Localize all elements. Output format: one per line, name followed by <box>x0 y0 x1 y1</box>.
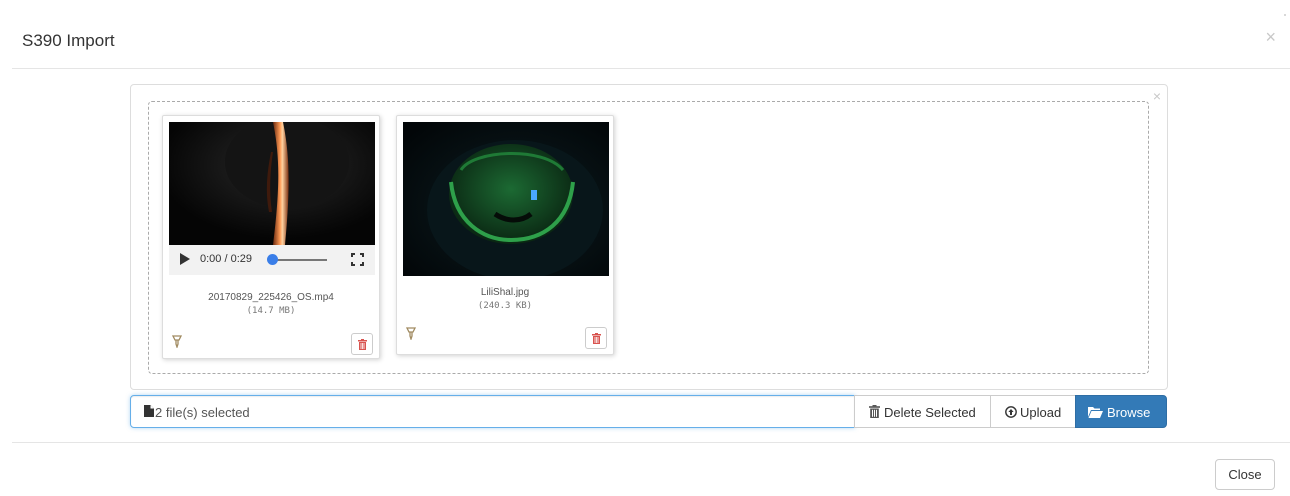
file-caption-field[interactable]: 2 file(s) selected <box>130 395 855 428</box>
upload-icon <box>1005 406 1017 418</box>
play-icon[interactable] <box>180 253 190 265</box>
file-thumbnail-video: 0:00 / 0:29 20170829_225426_OS.mp4 (14.7… <box>162 115 380 359</box>
file-thumbnail-image: LiliShal.jpg (240.3 KB) <box>396 115 614 355</box>
file-size: (14.7 MB) <box>246 306 296 316</box>
file-size: (240.3 KB) <box>477 301 533 311</box>
modal-title: S390 Import <box>22 31 115 50</box>
file-name: 20170829_225426_OS.mp4 <box>208 292 334 303</box>
fullscreen-icon[interactable] <box>351 253 364 266</box>
file-drop-zone[interactable]: 0:00 / 0:29 20170829_225426_OS.mp4 (14.7… <box>148 101 1149 374</box>
video-time: 0:00 / 0:29 <box>200 253 252 265</box>
eye-image <box>403 122 609 276</box>
upload-button[interactable]: Upload <box>990 395 1076 428</box>
modal-header: S390 Import × <box>12 0 1290 69</box>
trash-icon <box>358 339 367 350</box>
close-button[interactable]: Close <box>1215 459 1275 490</box>
delete-file-button[interactable] <box>351 333 373 355</box>
drag-handle-icon[interactable] <box>171 334 183 351</box>
upload-label: Upload <box>1020 405 1062 420</box>
delete-selected-label: Delete Selected <box>884 405 976 420</box>
video-preview[interactable] <box>169 122 375 245</box>
modal-close-icon[interactable]: × <box>1265 28 1276 46</box>
file-name: LiliShal.jpg <box>480 287 530 298</box>
seek-handle[interactable] <box>267 254 278 265</box>
video-controls: 0:00 / 0:29 <box>169 245 375 275</box>
decorative-dot <box>1284 14 1286 16</box>
browse-button[interactable]: Browse <box>1075 395 1167 428</box>
trash-icon <box>869 405 880 418</box>
delete-selected-button[interactable]: Delete Selected <box>854 395 991 428</box>
files-selected-text: 2 file(s) selected <box>155 405 250 420</box>
trash-icon <box>592 333 601 344</box>
drag-handle-icon[interactable] <box>405 326 417 343</box>
preview-close-icon[interactable]: × <box>1153 89 1161 103</box>
modal-footer: Close <box>12 442 1290 496</box>
folder-open-icon <box>1088 407 1103 418</box>
video-frame-image <box>169 122 375 245</box>
file-preview: × 0:00 / 0:29 20170829_225426_OS.mp4 (14… <box>130 84 1168 390</box>
browse-label: Browse <box>1107 405 1151 420</box>
delete-file-button[interactable] <box>585 327 607 349</box>
image-preview[interactable] <box>403 122 609 276</box>
file-caption: LiliShal.jpg (240.3 KB) <box>397 287 613 311</box>
file-icon <box>144 405 154 417</box>
file-caption: 20170829_225426_OS.mp4 (14.7 MB) <box>163 292 379 316</box>
